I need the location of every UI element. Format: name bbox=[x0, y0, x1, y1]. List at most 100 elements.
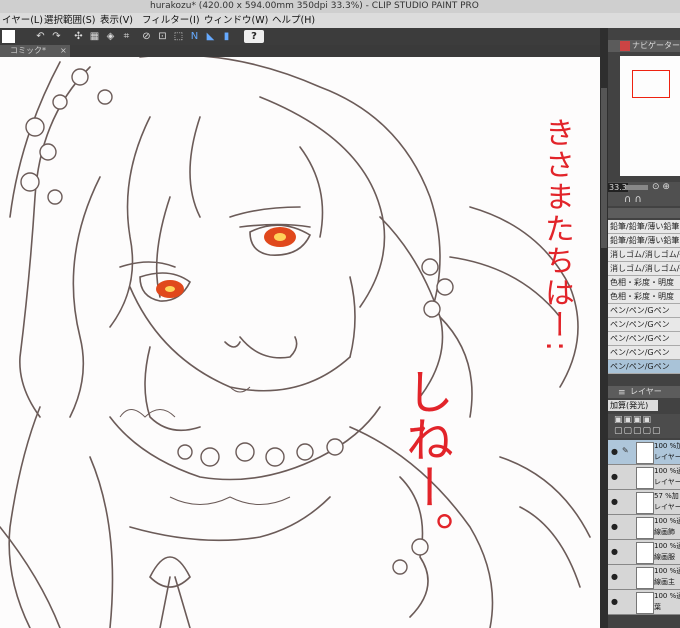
eye-icon[interactable]: ● bbox=[611, 498, 619, 506]
clear-icon[interactable]: ▦ bbox=[88, 30, 101, 43]
right-panel-dock: ナビゲーター 33.3 ⊙ ⊕ ∩ ∩ 鉛筆/鉛筆/薄い鉛筆 鉛筆/鉛筆/薄い鉛… bbox=[608, 28, 680, 628]
brush-options-icon[interactable]: ⊙ ⊕ bbox=[652, 182, 670, 192]
brush-list: 鉛筆/鉛筆/薄い鉛筆 鉛筆/鉛筆/薄い鉛筆 消しゴム/消しゴム/硬め 消しゴム/… bbox=[608, 220, 680, 374]
brush-item[interactable]: 色相・彩度・明度 bbox=[608, 276, 680, 290]
menu-selection[interactable]: 選択範囲(S) bbox=[44, 13, 95, 28]
brush-item[interactable]: ペン/ペン/Gペン bbox=[608, 304, 680, 318]
layer-thumbnail bbox=[636, 467, 654, 489]
deselect-icon[interactable]: ⊘ bbox=[140, 30, 153, 43]
curve-icon[interactable]: ∩ ∩ bbox=[624, 194, 642, 205]
layer-name: 線画飾 bbox=[654, 528, 675, 536]
layer-toolbar: ▣▣▣▣ ▢▢▢▢▢ bbox=[608, 414, 680, 438]
pen-pressure-icon[interactable]: ▮ bbox=[220, 30, 233, 43]
layer-row[interactable]: ● 57 %加 レイヤー bbox=[608, 490, 680, 515]
layer-opacity: 100 %通 bbox=[654, 567, 680, 575]
sub-tool-header bbox=[608, 208, 680, 218]
layer-opacity: 57 %加 bbox=[654, 492, 679, 500]
eye-icon[interactable]: ● bbox=[611, 573, 619, 581]
layer-row[interactable]: ● 100 %通 線画服 bbox=[608, 540, 680, 565]
blend-mode-select[interactable]: 加算(発光) bbox=[608, 400, 658, 411]
layer-name: レイヤー bbox=[654, 503, 680, 511]
brush-size-bar: 33.3 ⊙ ⊕ ∩ ∩ bbox=[608, 182, 680, 206]
brush-item[interactable]: ペン/ペン/Gペン bbox=[608, 332, 680, 346]
brush-size-value[interactable]: 33.3 bbox=[608, 183, 628, 192]
layer-thumbnail bbox=[636, 517, 654, 539]
navigator-tab[interactable]: ナビゲーター bbox=[608, 40, 680, 52]
pen-icon: ✎ bbox=[622, 446, 629, 455]
document-tab-label: コミック* bbox=[10, 46, 46, 55]
layer-row[interactable]: ● ✎ 100 %加 レイヤー bbox=[608, 440, 680, 465]
navigator-icon bbox=[620, 41, 630, 51]
menu-window[interactable]: ウィンドウ(W) bbox=[204, 13, 268, 28]
layer-opacity: 100 %加 bbox=[654, 442, 680, 450]
menu-filter[interactable]: フィルター(I) bbox=[142, 13, 200, 28]
document-tab-row: コミック* × bbox=[0, 45, 600, 57]
layer-name: 線画主 bbox=[654, 578, 675, 586]
eye-icon[interactable]: ● bbox=[611, 473, 619, 481]
navigator-label: ナビゲーター bbox=[632, 41, 680, 50]
document-tab[interactable]: コミック* × bbox=[0, 45, 70, 57]
lineart-illustration bbox=[0, 57, 591, 628]
undo-icon[interactable]: ↶ bbox=[34, 30, 47, 43]
brush-item[interactable]: ペン/ペン/Gペン bbox=[608, 346, 680, 360]
navigator-preview[interactable] bbox=[620, 56, 680, 176]
new-canvas-icon[interactable] bbox=[2, 30, 15, 43]
eye-icon[interactable]: ● bbox=[611, 448, 619, 456]
menu-bar: イヤー(L) 選択範囲(S) 表示(V) フィルター(I) ウィンドウ(W) ヘ… bbox=[0, 13, 680, 28]
brush-size-slider[interactable] bbox=[626, 185, 648, 190]
window-title: hurakozu* (420.00 x 594.00mm 350dpi 33.3… bbox=[150, 1, 479, 11]
ruler-icon[interactable]: N bbox=[188, 30, 201, 43]
fill-icon[interactable]: ◈ bbox=[104, 30, 117, 43]
command-bar: ↶ ↷ ✣ ▦ ◈ ⌗ ⊘ ⊡ ⬚ N ◣ ▮ ? bbox=[0, 28, 600, 45]
layer-opacity: 100 %通 bbox=[654, 467, 680, 475]
window-title-bar: hurakozu* (420.00 x 594.00mm 350dpi 33.3… bbox=[0, 0, 680, 13]
layer-row[interactable]: ● 100 %通 線画主 bbox=[608, 565, 680, 590]
brush-item[interactable]: 鉛筆/鉛筆/薄い鉛筆 bbox=[608, 220, 680, 234]
eye-icon[interactable]: ● bbox=[611, 598, 619, 606]
drawing-canvas[interactable]: きさまたちはー: しねー。 bbox=[0, 57, 600, 628]
layer-opacity: 100 %通 bbox=[654, 592, 680, 600]
menu-layer[interactable]: イヤー(L) bbox=[2, 13, 43, 28]
layer-thumbnail bbox=[636, 542, 654, 564]
layer-tool-icons[interactable]: ▣▣▣▣ bbox=[614, 415, 652, 425]
snap-icon[interactable]: ◣ bbox=[204, 30, 217, 43]
brush-item[interactable]: 消しゴム/消しゴム/硬め bbox=[608, 248, 680, 262]
layer-thumbnail bbox=[636, 592, 654, 614]
brush-item[interactable]: 消しゴム/消しゴム/硬め bbox=[608, 262, 680, 276]
brush-item[interactable]: ペン/ペン/Gペン bbox=[608, 318, 680, 332]
layer-tool-icons-2[interactable]: ▢▢▢▢▢ bbox=[614, 426, 662, 436]
layer-name: 線画服 bbox=[654, 553, 675, 561]
brush-item-selected[interactable]: ペン/ペン/Gペン bbox=[608, 360, 680, 374]
transform-icon[interactable]: ✣ bbox=[72, 30, 85, 43]
brush-item[interactable]: 色相・彩度・明度 bbox=[608, 290, 680, 304]
layer-row[interactable]: ● 100 %通 レイヤー bbox=[608, 465, 680, 490]
eye-icon[interactable]: ● bbox=[611, 548, 619, 556]
menu-view[interactable]: 表示(V) bbox=[100, 13, 133, 28]
brush-item[interactable]: 鉛筆/鉛筆/薄い鉛筆 bbox=[608, 234, 680, 248]
layer-row[interactable]: ● 100 %通 線画飾 bbox=[608, 515, 680, 540]
layers-tab[interactable]: ≡ レイヤー bbox=[608, 386, 680, 398]
layer-list: ● ✎ 100 %加 レイヤー ● 100 %通 レイヤー ● 57 %加 レイ… bbox=[608, 440, 680, 615]
layers-tab-label: レイヤー bbox=[630, 387, 662, 396]
layer-name: 葉 bbox=[654, 603, 661, 611]
layer-name: レイヤー bbox=[654, 453, 680, 461]
scroll-thumb[interactable] bbox=[601, 88, 607, 248]
layer-thumbnail bbox=[636, 492, 654, 514]
layers-tab-icon: ≡ bbox=[618, 388, 626, 398]
invert-selection-icon[interactable]: ⊡ bbox=[156, 30, 169, 43]
eye-icon[interactable]: ● bbox=[611, 523, 619, 531]
navigator-view-frame[interactable] bbox=[632, 70, 670, 98]
layer-thumbnail bbox=[636, 442, 654, 464]
layer-opacity: 100 %通 bbox=[654, 542, 680, 550]
layer-name: レイヤー bbox=[654, 478, 680, 486]
crop-icon[interactable]: ⌗ bbox=[120, 30, 133, 43]
close-tab-icon[interactable]: × bbox=[60, 45, 67, 57]
menu-help[interactable]: ヘルプ(H) bbox=[272, 13, 315, 28]
layer-thumbnail bbox=[636, 567, 654, 589]
selection-icon[interactable]: ⬚ bbox=[172, 30, 185, 43]
layer-row[interactable]: ● 100 %通 葉 bbox=[608, 590, 680, 615]
redo-icon[interactable]: ↷ bbox=[50, 30, 63, 43]
handwritten-text-line2: しねー。 bbox=[397, 367, 453, 559]
canvas-scrollbar[interactable] bbox=[600, 28, 608, 628]
help-button[interactable]: ? bbox=[244, 30, 264, 43]
